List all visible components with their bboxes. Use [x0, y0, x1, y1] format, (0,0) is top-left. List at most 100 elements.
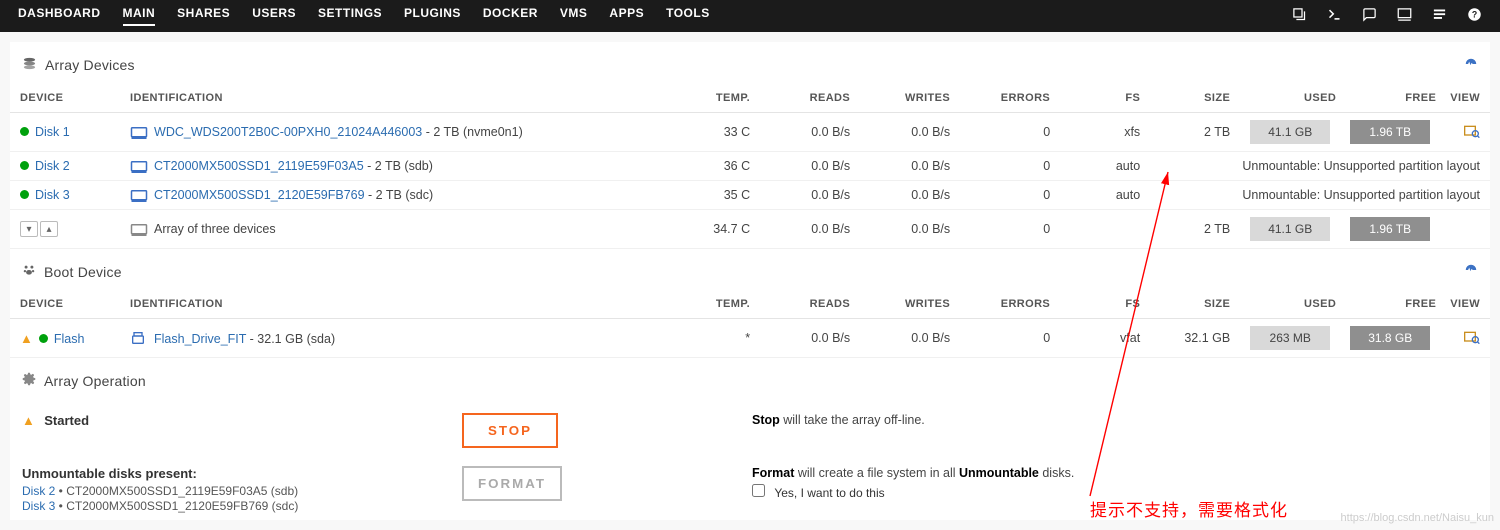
display-icon[interactable] — [1397, 7, 1412, 25]
unmountable-msg: Unmountable: Unsupported partition layou… — [1150, 181, 1490, 210]
array-icon — [130, 223, 146, 235]
status-dot-icon — [20, 161, 29, 170]
unmountable-head: Unmountable disks present: — [22, 466, 462, 481]
confirm-format-label[interactable]: Yes, I want to do this — [774, 486, 884, 500]
nav-plugins[interactable]: PLUGINS — [404, 6, 461, 26]
cell-used: 41.1 GB — [1240, 113, 1340, 152]
disk-link[interactable]: Disk 3 — [22, 499, 55, 513]
disk-link[interactable]: Disk 2 — [35, 159, 70, 173]
col-free: FREE — [1340, 84, 1440, 113]
array-op-header: Array Operation — [10, 358, 1490, 399]
col-temp: TEMP. — [630, 84, 760, 113]
col-size: SIZE — [1150, 84, 1240, 113]
ident-link[interactable]: CT2000MX500SSD1_2119E59F03A5 — [154, 159, 364, 173]
ident-link[interactable]: CT2000MX500SSD1_2120E59FB769 — [154, 188, 365, 202]
disk-link[interactable]: Disk 3 — [35, 188, 70, 202]
array-devices-header: Array Devices — [10, 42, 1490, 84]
cell-errors: 0 — [960, 113, 1060, 152]
col-reads: READS — [760, 84, 860, 113]
collapse-up-icon[interactable]: ▴ — [40, 221, 58, 237]
nav-main[interactable]: MAIN — [123, 6, 156, 26]
col-writes: WRITES — [860, 84, 960, 113]
cell-temp: 33 C — [630, 113, 760, 152]
ident-link[interactable]: WDC_WDS200T2B0C-00PXH0_21024A446003 — [154, 125, 422, 139]
cell-size: 2 TB — [1150, 113, 1240, 152]
usb-icon — [130, 331, 146, 345]
cell-errors: 0 — [960, 152, 1060, 181]
cell-reads: 0.0 B/s — [760, 113, 860, 152]
col-device: DEVICE — [10, 84, 120, 113]
cell-temp: 36 C — [630, 152, 760, 181]
view-icon[interactable] — [1464, 124, 1480, 138]
drive-icon — [130, 126, 146, 138]
col-errors: ERRORS — [960, 84, 1060, 113]
section-title: Array Operation — [44, 373, 146, 389]
section-title: Array Devices — [45, 57, 135, 73]
confirm-format-checkbox[interactable] — [752, 484, 765, 497]
nav-dashboard[interactable]: DASHBOARD — [18, 6, 101, 26]
format-button: FORMAT — [462, 466, 562, 501]
nav-docker[interactable]: DOCKER — [483, 6, 538, 26]
section-title: Boot Device — [44, 264, 122, 280]
nav-users[interactable]: USERS — [252, 6, 296, 26]
view-icon[interactable] — [1464, 330, 1480, 344]
ident-tail: - 2 TB (nvme0n1) — [422, 125, 523, 139]
unmountable-msg: Unmountable: Unsupported partition layou… — [1150, 152, 1490, 181]
status-dot-icon — [20, 127, 29, 136]
nav-apps[interactable]: APPS — [609, 6, 644, 26]
table-row: Disk 3 CT2000MX500SSD1_2120E59FB769 - 2 … — [10, 181, 1490, 210]
table-row: Disk 2 CT2000MX500SSD1_2119E59F03A5 - 2 … — [10, 152, 1490, 181]
cell-fs: auto — [1060, 181, 1150, 210]
cell-writes: 0.0 B/s — [860, 113, 960, 152]
svg-text:?: ? — [1472, 10, 1477, 20]
table-row-total: ▾▴ Array of three devices 34.7 C0.0 B/s0… — [10, 210, 1490, 249]
relaunch-icon[interactable] — [1292, 7, 1307, 25]
dashboard-icon[interactable] — [1464, 263, 1478, 280]
cell-reads: 0.0 B/s — [760, 181, 860, 210]
dashboard-icon[interactable] — [1464, 57, 1478, 74]
help-icon[interactable]: ? — [1467, 7, 1482, 25]
boot-device-header: Boot Device — [10, 249, 1490, 290]
collapse-down-icon[interactable]: ▾ — [20, 221, 38, 237]
col-used: USED — [1240, 84, 1340, 113]
stop-note: Stop will take the array off-line. — [752, 413, 925, 427]
cell-writes: 0.0 B/s — [860, 181, 960, 210]
cell-fs: auto — [1060, 152, 1150, 181]
array-status: Started — [44, 413, 89, 428]
disk-link[interactable]: Disk 1 — [35, 125, 70, 139]
gear-icon — [22, 372, 36, 389]
status-dot-icon — [39, 334, 48, 343]
disk-link[interactable]: Disk 2 — [22, 484, 55, 498]
status-dot-icon — [20, 190, 29, 199]
nav-tools[interactable]: TOOLS — [666, 6, 710, 26]
nav-shares[interactable]: SHARES — [177, 6, 230, 26]
ident-link[interactable]: Flash_Drive_FIT — [154, 332, 246, 346]
cell-reads: 0.0 B/s — [760, 152, 860, 181]
cell-errors: 0 — [960, 181, 1060, 210]
flash-link[interactable]: Flash — [54, 332, 85, 346]
col-identification: IDENTIFICATION — [120, 84, 630, 113]
drive-icon — [130, 189, 146, 201]
cell-writes: 0.0 B/s — [860, 152, 960, 181]
terminal-icon[interactable] — [1327, 7, 1342, 25]
watermark: https://blog.csdn.net/Naisu_kun — [1341, 512, 1494, 524]
warning-icon: ▲ — [22, 413, 35, 428]
nav-settings[interactable]: SETTINGS — [318, 6, 382, 26]
array-summary: Array of three devices — [154, 222, 276, 236]
cell-free: 1.96 TB — [1340, 113, 1440, 152]
annotation-text-zh: 提示不支持，需要格式化 — [1090, 496, 1288, 521]
unmountable-disk-line: Disk 2 • CT2000MX500SSD1_2119E59F03A5 (s… — [22, 484, 462, 498]
log-icon[interactable] — [1432, 7, 1447, 25]
stack-icon — [22, 56, 37, 74]
nav-tabs: DASHBOARD MAIN SHARES USERS SETTINGS PLU… — [18, 6, 710, 26]
col-view: VIEW — [1440, 84, 1490, 113]
ident-tail: - 2 TB (sdc) — [365, 188, 434, 202]
unmountable-disk-line: Disk 3 • CT2000MX500SSD1_2120E59FB769 (s… — [22, 499, 462, 513]
cell-fs: xfs — [1060, 113, 1150, 152]
ident-tail: - 2 TB (sdb) — [364, 159, 433, 173]
stop-button[interactable]: STOP — [462, 413, 558, 448]
nav-vms[interactable]: VMS — [560, 6, 588, 26]
cell-temp: 35 C — [630, 181, 760, 210]
format-note: Format will create a file system in all … — [752, 466, 1478, 480]
feedback-icon[interactable] — [1362, 7, 1377, 25]
